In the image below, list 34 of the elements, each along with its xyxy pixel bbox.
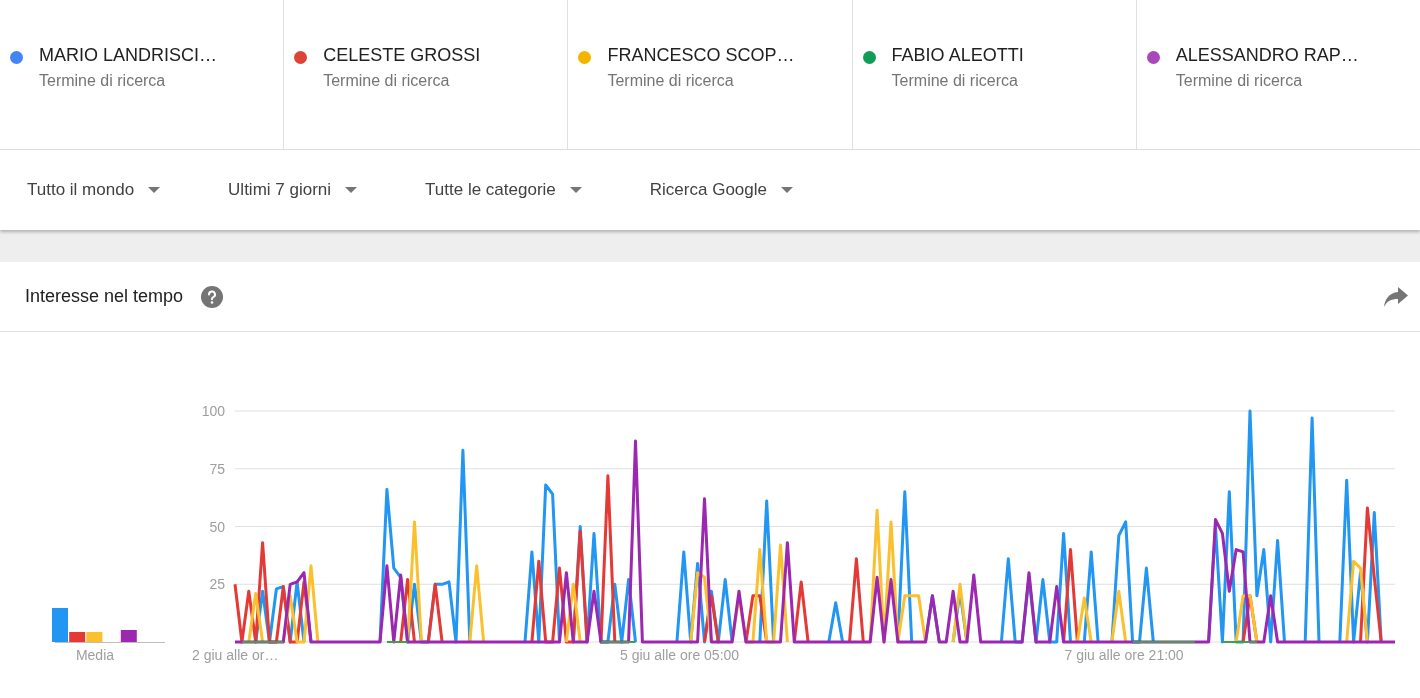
help-icon[interactable]	[201, 285, 224, 308]
search-term-card[interactable]: CELESTE GROSSI Termine di ricerca	[284, 0, 569, 149]
filter-dropdown[interactable]: Ricerca Google	[634, 172, 808, 208]
caret-icon	[148, 187, 161, 193]
term-name: ALESSANDRO RAP…	[1175, 45, 1359, 66]
term-name: FRANCESCO SCOP…	[607, 45, 795, 66]
filter-dropdown[interactable]: Tutto il mondo	[12, 172, 176, 208]
average-label: Media	[75, 647, 115, 663]
filter-dropdown[interactable]: Ultimi 7 giorni	[213, 172, 373, 208]
term-subtitle: Termine di ricerca	[891, 72, 1019, 90]
axis-label: 50	[209, 518, 225, 535]
term-subtitle: Termine di ricerca	[39, 72, 167, 90]
search-term-card[interactable]: ALESSANDRO RAP… Termine di ricerca	[1136, 0, 1420, 149]
caret-icon	[781, 187, 793, 193]
search-term-card[interactable]: FRANCESCO SCOP… Termine di ricerca	[568, 0, 853, 149]
term-subtitle: Termine di ricerca	[323, 72, 451, 90]
axis-label: 75	[209, 460, 225, 477]
search-term-card[interactable]: MARIO LANDRISCI… Termine di ricerca	[0, 0, 285, 149]
term-name: MARIO LANDRISCI…	[39, 45, 218, 66]
axis-label: 100	[201, 403, 225, 419]
axis-label: 5 giu alle ore 05:00	[620, 647, 740, 663]
term-subtitle: Termine di ricerca	[607, 72, 735, 90]
search-term-card[interactable]: FABIO ALEOTTI Termine di ricerca	[852, 0, 1137, 149]
share-icon[interactable]	[1384, 286, 1408, 307]
axis-label: 2 giu alle or…	[192, 647, 279, 663]
axis-label: 25	[209, 576, 225, 593]
term-name: CELESTE GROSSI	[323, 45, 481, 66]
term-subtitle: Termine di ricerca	[1175, 72, 1304, 90]
section-title: Interesse nel tempo	[25, 286, 184, 307]
axis-label: 7 giu alle ore 21:00	[1064, 647, 1184, 663]
filter-dropdown[interactable]: Tutte le categorie	[410, 172, 597, 208]
term-name: FABIO ALEOTTI	[891, 45, 1024, 66]
caret-icon	[569, 187, 582, 193]
caret-icon	[345, 187, 358, 193]
